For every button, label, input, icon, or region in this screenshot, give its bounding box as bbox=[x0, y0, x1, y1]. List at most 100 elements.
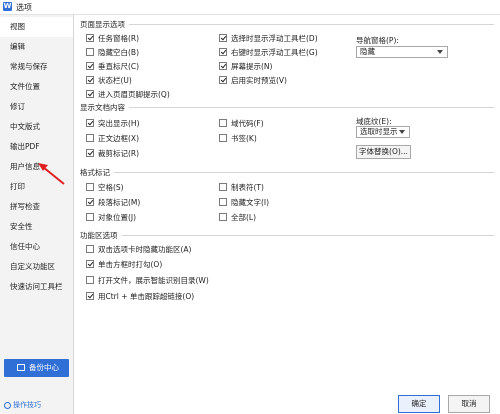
checkbox-box[interactable] bbox=[86, 119, 94, 127]
section-divider bbox=[82, 107, 494, 108]
checkbox-label: 突出显示(H) bbox=[98, 119, 140, 128]
backup-center-button[interactable]: 备份中心 bbox=[4, 359, 69, 377]
checkbox-box[interactable] bbox=[219, 198, 227, 206]
checkbox-box[interactable] bbox=[86, 292, 94, 300]
checkbox-object-anchors[interactable]: 对象位置(J) bbox=[86, 212, 136, 223]
section-divider bbox=[82, 24, 494, 25]
checkbox-ctrl-click-hyperlink[interactable]: 用Ctrl + 单击跟踪超链接(O) bbox=[86, 291, 194, 302]
checkbox-box[interactable] bbox=[86, 260, 94, 268]
backup-icon bbox=[17, 364, 25, 371]
checkbox-box[interactable] bbox=[219, 134, 227, 142]
checkbox-label: 对象位置(J) bbox=[98, 213, 137, 222]
checkbox-label: 裁剪标记(R) bbox=[98, 149, 140, 158]
checkbox-box[interactable] bbox=[86, 48, 94, 56]
checkbox-box[interactable] bbox=[219, 48, 227, 56]
checkbox-click-box-check[interactable]: 单击方框时打勾(O) bbox=[86, 259, 162, 270]
checkbox-box[interactable] bbox=[86, 90, 94, 98]
checkbox-screen-tips[interactable]: 屏幕提示(N) bbox=[219, 61, 272, 72]
checkbox-float-toolbar-rightclick[interactable]: 右键时显示浮动工具栏(G) bbox=[219, 47, 318, 58]
nav-pane-value: 隐藏 bbox=[360, 47, 375, 56]
checkbox-label: 屏幕提示(N) bbox=[231, 62, 273, 71]
checkbox-label: 双击选项卡时隐藏功能区(A) bbox=[98, 245, 192, 254]
checkbox-box[interactable] bbox=[86, 62, 94, 70]
checkbox-box[interactable] bbox=[86, 198, 94, 206]
checkbox-label: 选择时显示浮动工具栏(D) bbox=[231, 34, 318, 43]
checkbox-header-footer-hint[interactable]: 进入页眉页脚提示(Q) bbox=[86, 89, 170, 100]
nav-pane-select[interactable]: 隐藏 bbox=[356, 46, 448, 58]
checkbox-tabs[interactable]: 制表符(T) bbox=[219, 182, 264, 193]
checkbox-label: 垂直标尺(C) bbox=[98, 62, 140, 71]
checkbox-smart-toc[interactable]: 打开文件，展示智能识别目录(W) bbox=[86, 275, 209, 286]
checkbox-label: 段落标记(M) bbox=[98, 198, 141, 207]
checkbox-crop-marks[interactable]: 裁剪标记(R) bbox=[86, 148, 139, 159]
checkbox-label: 单击方框时打勾(O) bbox=[98, 260, 163, 269]
field-shading-select[interactable]: 选取时显示 bbox=[356, 126, 410, 138]
options-content: 页面显示选项 任务窗格(R) 隐藏空白(B) 垂直标尺(C) 状态栏(U) 进入… bbox=[74, 15, 500, 414]
nav-pane-label: 导航窗格(P): bbox=[356, 36, 399, 45]
ok-button[interactable]: 确定 bbox=[398, 395, 440, 413]
checkbox-box[interactable] bbox=[86, 134, 94, 142]
checkbox-box[interactable] bbox=[86, 213, 94, 221]
checkbox-paragraph-marks[interactable]: 段落标记(M) bbox=[86, 197, 140, 208]
checkbox-field-codes[interactable]: 域代码(F) bbox=[219, 118, 264, 129]
checkbox-label: 域代码(F) bbox=[231, 119, 264, 128]
checkbox-status-bar[interactable]: 状态栏(U) bbox=[86, 75, 132, 86]
checkbox-box[interactable] bbox=[86, 245, 94, 253]
checkbox-all[interactable]: 全部(L) bbox=[219, 212, 256, 223]
sidebar-item-quick-access-toolbar[interactable]: 快速访问工具栏 bbox=[0, 277, 73, 297]
annotation-arrow-icon bbox=[38, 163, 65, 185]
checkbox-box[interactable] bbox=[219, 62, 227, 70]
checkbox-label: 隐藏空白(B) bbox=[98, 48, 139, 57]
section-title-page-display: 页面显示选项 bbox=[80, 19, 129, 30]
checkbox-label: 启用实时预览(V) bbox=[231, 76, 287, 85]
checkbox-double-click-hide-ribbon[interactable]: 双击选项卡时隐藏功能区(A) bbox=[86, 244, 191, 255]
cancel-button[interactable]: 取消 bbox=[448, 395, 490, 413]
section-title-format-marks: 格式标记 bbox=[80, 167, 114, 178]
sidebar-item-customize-ribbon[interactable]: 自定义功能区 bbox=[0, 257, 73, 277]
checkbox-label: 正文边框(X) bbox=[98, 134, 139, 143]
section-divider bbox=[82, 172, 494, 173]
checkbox-box[interactable] bbox=[86, 76, 94, 84]
checkbox-box[interactable] bbox=[86, 276, 94, 284]
checkbox-text-border[interactable]: 正文边框(X) bbox=[86, 133, 139, 144]
checkbox-box[interactable] bbox=[219, 183, 227, 191]
checkbox-label: 打开文件，展示智能识别目录(W) bbox=[98, 276, 209, 285]
checkbox-box[interactable] bbox=[86, 149, 94, 157]
section-title-ribbon: 功能区选项 bbox=[80, 230, 122, 241]
font-replace-button[interactable]: 字体替换(O)... bbox=[356, 145, 411, 159]
checkbox-label: 右键时显示浮动工具栏(G) bbox=[231, 48, 318, 57]
checkbox-highlight[interactable]: 突出显示(H) bbox=[86, 118, 140, 129]
checkbox-box[interactable] bbox=[86, 34, 94, 42]
checkbox-box[interactable] bbox=[219, 213, 227, 221]
checkbox-box[interactable] bbox=[219, 119, 227, 127]
chevron-down-icon bbox=[437, 50, 443, 54]
checkbox-bookmarks[interactable]: 书签(K) bbox=[219, 133, 257, 144]
sidebar-item-trust-center[interactable]: 信任中心 bbox=[0, 237, 73, 257]
field-shading-value: 选取时显示 bbox=[360, 127, 398, 136]
chevron-down-icon bbox=[399, 130, 405, 134]
checkbox-live-preview[interactable]: 启用实时预览(V) bbox=[219, 75, 287, 86]
checkbox-label: 全部(L) bbox=[231, 213, 257, 222]
section-title-doc-content: 显示文档内容 bbox=[80, 102, 129, 113]
checkbox-label: 制表符(T) bbox=[231, 183, 264, 192]
checkbox-task-pane[interactable]: 任务窗格(R) bbox=[86, 33, 139, 44]
tips-link[interactable]: 操作技巧 bbox=[4, 399, 41, 411]
checkbox-vertical-ruler[interactable]: 垂直标尺(C) bbox=[86, 61, 139, 72]
checkbox-float-toolbar-select[interactable]: 选择时显示浮动工具栏(D) bbox=[219, 33, 318, 44]
checkbox-label: 用Ctrl + 单击跟踪超链接(O) bbox=[98, 292, 195, 301]
checkbox-label: 任务窗格(R) bbox=[98, 34, 140, 43]
checkbox-label: 进入页眉页脚提示(Q) bbox=[98, 90, 170, 99]
checkbox-box[interactable] bbox=[86, 183, 94, 191]
checkbox-box[interactable] bbox=[219, 34, 227, 42]
tips-label: 操作技巧 bbox=[13, 401, 41, 409]
checkbox-box[interactable] bbox=[219, 76, 227, 84]
checkbox-hidden-text[interactable]: 隐藏文字(I) bbox=[219, 197, 269, 208]
checkbox-label: 空格(S) bbox=[98, 183, 124, 192]
backup-center-label: 备份中心 bbox=[29, 363, 59, 372]
sidebar-item-spell-check[interactable]: 拼写检查 bbox=[0, 197, 73, 217]
checkbox-label: 状态栏(U) bbox=[98, 76, 132, 85]
sidebar-item-security[interactable]: 安全性 bbox=[0, 217, 73, 237]
checkbox-spaces[interactable]: 空格(S) bbox=[86, 182, 124, 193]
checkbox-label: 隐藏文字(I) bbox=[231, 198, 270, 207]
checkbox-hide-blank[interactable]: 隐藏空白(B) bbox=[86, 47, 139, 58]
